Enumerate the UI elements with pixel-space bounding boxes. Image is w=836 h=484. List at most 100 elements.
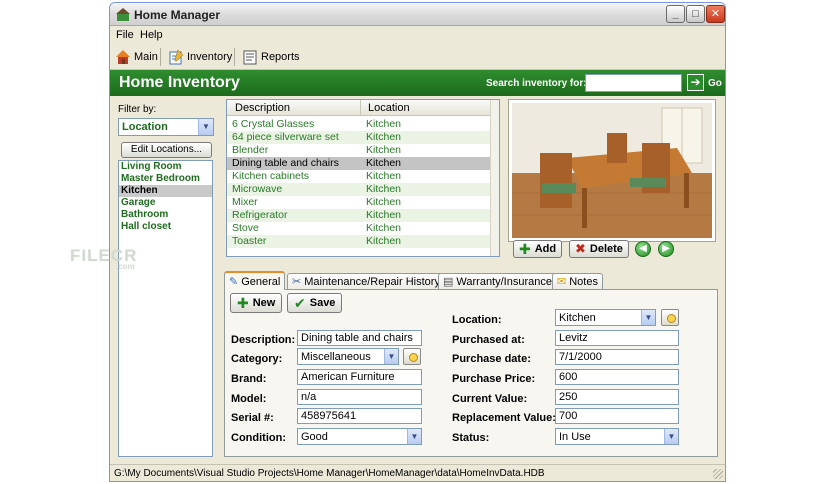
- tab-notes[interactable]: ✉ Notes: [552, 273, 603, 289]
- filter-panel: Filter by: Location ▼ Edit Locations... …: [114, 99, 215, 459]
- minimize-button[interactable]: _: [666, 5, 685, 23]
- location-item[interactable]: Hall closet: [119, 221, 212, 233]
- table-row[interactable]: Refrigerator Kitchen: [227, 209, 491, 222]
- filter-by-value: Location: [122, 121, 168, 133]
- purchase-price-field[interactable]: 600: [555, 369, 679, 385]
- filter-label: Filter by:: [118, 104, 157, 115]
- house-app-icon: [116, 8, 130, 21]
- edit-locations-button[interactable]: Edit Locations...: [121, 142, 212, 158]
- condition-select[interactable]: Good ▼: [297, 428, 422, 445]
- delete-x-icon: ✖: [575, 241, 586, 256]
- chevron-down-icon[interactable]: ▼: [407, 429, 421, 444]
- inventory-header: Home Inventory Search inventory for: ➔ G…: [110, 70, 725, 96]
- status-label: Status:: [452, 432, 490, 444]
- table-row[interactable]: Stove Kitchen: [227, 222, 491, 235]
- go-arrow-icon[interactable]: ➔: [687, 74, 704, 91]
- grid-header: Description Location: [227, 100, 491, 116]
- notes-icon: ✉: [557, 276, 567, 288]
- tools-icon: ✂: [292, 276, 302, 288]
- purchase-date-field[interactable]: 7/1/2000: [555, 349, 679, 365]
- main-button[interactable]: Main: [115, 47, 158, 67]
- maximize-button[interactable]: □: [686, 5, 705, 23]
- next-photo-arrow-icon[interactable]: ▶: [658, 241, 674, 257]
- purchase-price-label: Purchase Price:: [452, 373, 536, 385]
- grid-scrollbar[interactable]: [490, 100, 499, 256]
- new-item-button[interactable]: ✚ New: [230, 293, 283, 313]
- chevron-down-icon[interactable]: ▼: [198, 119, 213, 135]
- reports-button[interactable]: Reports: [242, 47, 300, 67]
- reports-icon: [243, 50, 257, 65]
- location-select[interactable]: Kitchen ▼: [555, 309, 656, 326]
- general-tab-icon: ✎: [229, 276, 239, 288]
- location-item[interactable]: Master Bedroom: [119, 173, 212, 185]
- serial-field[interactable]: 458975641: [297, 408, 422, 424]
- description-field[interactable]: Dining table and chairs: [297, 330, 422, 346]
- menu-help[interactable]: Help: [140, 29, 163, 41]
- search-label: Search inventory for:: [486, 78, 587, 89]
- brand-field[interactable]: American Furniture: [297, 369, 422, 385]
- table-row-selected[interactable]: Dining table and chairs Kitchen: [227, 157, 491, 170]
- table-row[interactable]: Toaster Kitchen: [227, 235, 491, 248]
- menu-file[interactable]: File: [116, 29, 134, 41]
- tab-maintenance-repair-history[interactable]: ✂ Maintenance/Repair History: [287, 273, 445, 289]
- delete-photo-label: Delete: [589, 243, 623, 255]
- tab-warranty-insurance[interactable]: ▤ Warranty/Insurance: [438, 273, 557, 289]
- table-row[interactable]: Microwave Kitchen: [227, 183, 491, 196]
- tab-general[interactable]: ✎ General: [224, 271, 286, 290]
- window-title: Home Manager: [134, 8, 221, 22]
- chevron-down-icon[interactable]: ▼: [664, 429, 678, 444]
- reports-label: Reports: [261, 51, 300, 63]
- inventory-grid[interactable]: Description Location 6 Crystal Glasses Ki…: [226, 99, 500, 257]
- status-select[interactable]: In Use ▼: [555, 428, 679, 445]
- title-bar[interactable]: Home Manager _ □ ✕: [110, 3, 725, 26]
- close-button[interactable]: ✕: [706, 5, 725, 23]
- add-photo-button[interactable]: ✚ Add: [513, 240, 563, 258]
- location-item-selected[interactable]: Kitchen: [119, 185, 212, 197]
- inventory-button[interactable]: Inventory: [168, 47, 232, 67]
- table-row[interactable]: Blender Kitchen: [227, 144, 491, 157]
- chevron-down-icon[interactable]: ▼: [641, 310, 655, 325]
- main-label: Main: [134, 51, 158, 63]
- save-item-button[interactable]: ✔ Save: [287, 293, 343, 313]
- column-location[interactable]: Location: [368, 102, 410, 114]
- location-item[interactable]: Garage: [119, 197, 212, 209]
- app-window: Home Manager _ □ ✕ File Help Main Invent…: [109, 2, 726, 482]
- menu-bar: File Help: [110, 26, 725, 44]
- go-label[interactable]: Go: [708, 78, 722, 89]
- location-label: Location:: [452, 314, 502, 326]
- detail-tabs: ✎ General ✂ Maintenance/Repair History ▤…: [224, 271, 718, 290]
- previous-photo-arrow-icon[interactable]: ◀: [635, 241, 651, 257]
- page-title: Home Inventory: [119, 74, 240, 91]
- replacement-value-field[interactable]: 700: [555, 408, 679, 424]
- table-row[interactable]: Kitchen cabinets Kitchen: [227, 170, 491, 183]
- plus-icon: ✚: [237, 294, 249, 311]
- table-row[interactable]: 64 piece silverware set Kitchen: [227, 131, 491, 144]
- search-input[interactable]: [585, 74, 682, 92]
- filter-by-select[interactable]: Location ▼: [118, 118, 214, 136]
- chevron-down-icon[interactable]: ▼: [384, 349, 398, 364]
- model-label: Model:: [231, 393, 267, 405]
- purchased-at-field[interactable]: Levitz: [555, 330, 679, 346]
- watermark: FILECR .com: [70, 246, 138, 271]
- table-row[interactable]: 6 Crystal Glasses Kitchen: [227, 118, 491, 131]
- column-divider[interactable]: [360, 100, 361, 116]
- warranty-icon: ▤: [443, 276, 454, 288]
- location-list[interactable]: Living Room Master Bedroom Kitchen Garag…: [118, 160, 213, 457]
- brand-label: Brand:: [231, 373, 267, 385]
- resize-grip-icon[interactable]: [713, 469, 723, 479]
- toolbar-separator: [160, 48, 161, 66]
- category-lookup-icon[interactable]: [403, 348, 421, 365]
- add-photo-label: Add: [534, 243, 557, 255]
- location-item[interactable]: Bathroom: [119, 209, 212, 221]
- table-row[interactable]: Mixer Kitchen: [227, 196, 491, 209]
- delete-photo-button[interactable]: ✖ Delete: [569, 240, 629, 258]
- file-path: G:\My Documents\Visual Studio Projects\H…: [114, 468, 545, 479]
- current-value-field[interactable]: 250: [555, 389, 679, 405]
- location-lookup-icon[interactable]: [661, 309, 679, 326]
- location-item[interactable]: Living Room: [119, 161, 212, 173]
- current-value-label: Current Value:: [452, 393, 528, 405]
- purchased-at-label: Purchased at:: [452, 334, 525, 346]
- model-field[interactable]: n/a: [297, 389, 422, 405]
- column-description[interactable]: Description: [235, 102, 290, 114]
- category-select[interactable]: Miscellaneous ▼: [297, 348, 399, 365]
